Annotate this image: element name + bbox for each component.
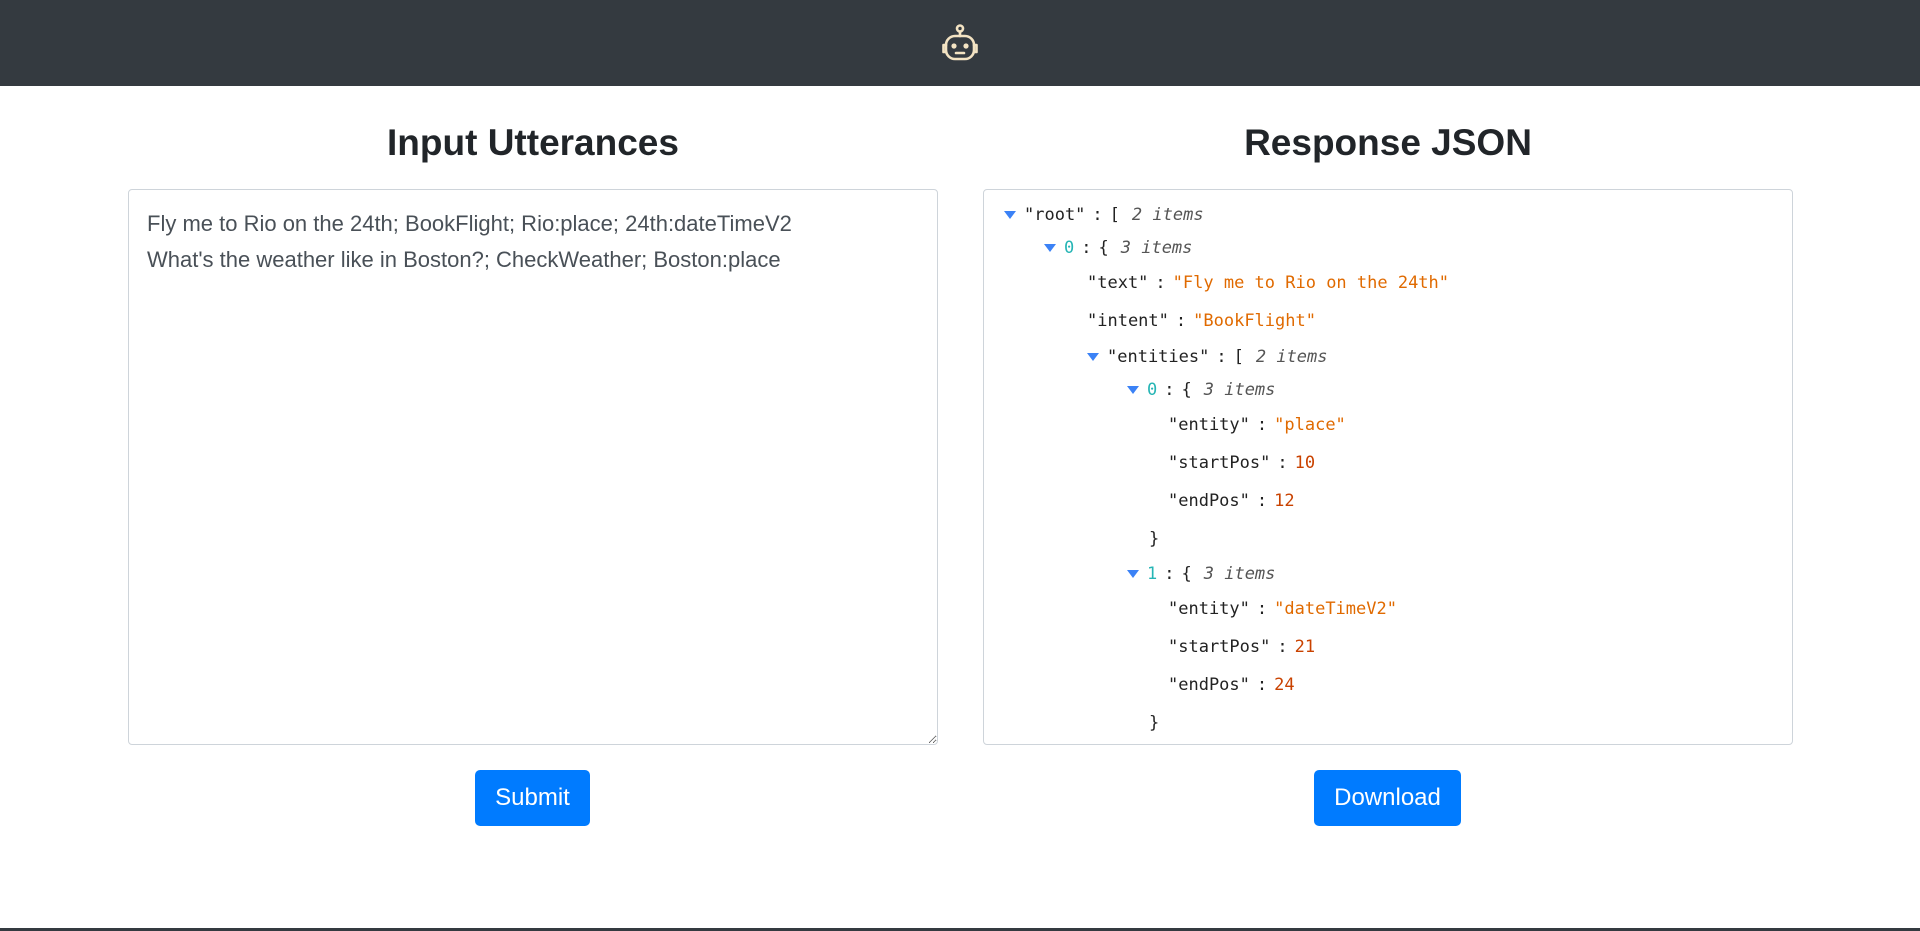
json-item-count: 3 items — [1120, 237, 1193, 258]
json-field-intent: "intent" : "BookFlight" — [1004, 302, 1792, 340]
json-number-value: 10 — [1294, 453, 1316, 473]
collapse-caret-icon[interactable] — [1127, 569, 1139, 578]
json-open-brace: { — [1098, 237, 1109, 258]
utterances-textarea[interactable]: Fly me to Rio on the 24th; BookFlight; R… — [128, 189, 938, 745]
json-close-brace-glyph: } — [1149, 712, 1160, 733]
download-button[interactable]: Download — [1314, 770, 1461, 826]
json-index: 0 — [1147, 379, 1158, 400]
json-key: "startPos" — [1168, 637, 1271, 657]
json-key: "intent" — [1087, 311, 1169, 331]
json-node-entity-0: 0 : { 3 items — [1004, 373, 1792, 406]
json-field-text: "text" : "Fly me to Rio on the 24th" — [1004, 264, 1792, 302]
json-number-value: 12 — [1274, 491, 1295, 511]
collapse-caret-icon[interactable] — [1004, 210, 1016, 219]
json-string-value: "place" — [1274, 415, 1346, 435]
json-colon: : — [1216, 346, 1227, 367]
json-node-entity-1: 1 : { 3 items — [1004, 557, 1792, 590]
json-colon: : — [1164, 563, 1175, 584]
json-field-endpos: "endPos" : 12 — [1004, 482, 1792, 520]
json-colon: : — [1277, 453, 1288, 473]
json-field-endpos: "endPos" : 24 — [1004, 666, 1792, 704]
robot-icon[interactable] — [938, 23, 982, 67]
json-key: "endPos" — [1168, 675, 1250, 695]
json-node-entities: "entities" : [ 2 items — [1004, 340, 1792, 373]
submit-button[interactable]: Submit — [475, 770, 590, 826]
collapse-caret-icon[interactable] — [1087, 352, 1099, 361]
json-item-count: 2 items — [1131, 204, 1204, 225]
json-colon: : — [1155, 273, 1166, 293]
json-item-count: 2 items — [1255, 346, 1328, 367]
json-colon: : — [1277, 637, 1288, 657]
json-close-brace: } — [1004, 704, 1792, 741]
json-index: 1 — [1147, 563, 1158, 584]
json-colon: : — [1081, 237, 1092, 258]
json-close-bracket: ] — [1004, 741, 1792, 744]
json-key: "entity" — [1168, 415, 1250, 435]
json-number-value: 21 — [1294, 637, 1316, 657]
json-open-bracket: [ — [1233, 346, 1244, 367]
input-heading: Input Utterances — [387, 122, 679, 163]
json-key: "entity" — [1168, 599, 1250, 619]
json-node-root: "root" : [ 2 items — [1004, 198, 1792, 231]
json-colon: : — [1256, 599, 1268, 619]
json-item-count: 3 items — [1203, 563, 1276, 584]
json-field-entity: "entity" : "place" — [1004, 406, 1792, 444]
top-navbar — [0, 0, 1920, 86]
json-number-value: 24 — [1274, 675, 1295, 695]
json-open-brace: { — [1181, 379, 1192, 400]
json-field-startpos: "startPos" : 10 — [1004, 444, 1792, 482]
json-node-item-0: 0 : { 3 items — [1004, 231, 1792, 264]
json-item-count: 3 items — [1203, 379, 1276, 400]
json-colon: : — [1092, 204, 1103, 225]
json-string-value: "dateTimeV2" — [1274, 599, 1397, 619]
json-key: "startPos" — [1168, 453, 1271, 473]
collapse-caret-icon[interactable] — [1127, 385, 1139, 394]
json-colon: : — [1175, 311, 1187, 331]
json-open-bracket: [ — [1109, 204, 1120, 225]
json-close-brace: } — [1004, 520, 1792, 557]
json-key: "entities" — [1107, 346, 1210, 367]
json-close-brace-glyph: } — [1149, 528, 1160, 549]
json-field-startpos: "startPos" : 21 — [1004, 628, 1792, 666]
json-string-value: "BookFlight" — [1193, 311, 1316, 331]
json-field-entity: "entity" : "dateTimeV2" — [1004, 590, 1792, 628]
json-viewer[interactable]: "root" : [ 2 items 0 : { 3 items "text" … — [983, 189, 1793, 745]
json-colon: : — [1256, 491, 1268, 511]
json-colon: : — [1256, 675, 1268, 695]
json-key: "root" — [1024, 204, 1086, 225]
json-key: "endPos" — [1168, 491, 1250, 511]
json-index: 0 — [1064, 237, 1075, 258]
collapse-caret-icon[interactable] — [1044, 243, 1056, 252]
json-colon: : — [1164, 379, 1175, 400]
json-key: "text" — [1087, 273, 1149, 293]
json-open-brace: { — [1181, 563, 1192, 584]
json-colon: : — [1256, 415, 1268, 435]
json-string-value: "Fly me to Rio on the 24th" — [1172, 273, 1450, 293]
response-heading: Response JSON — [1244, 122, 1532, 163]
